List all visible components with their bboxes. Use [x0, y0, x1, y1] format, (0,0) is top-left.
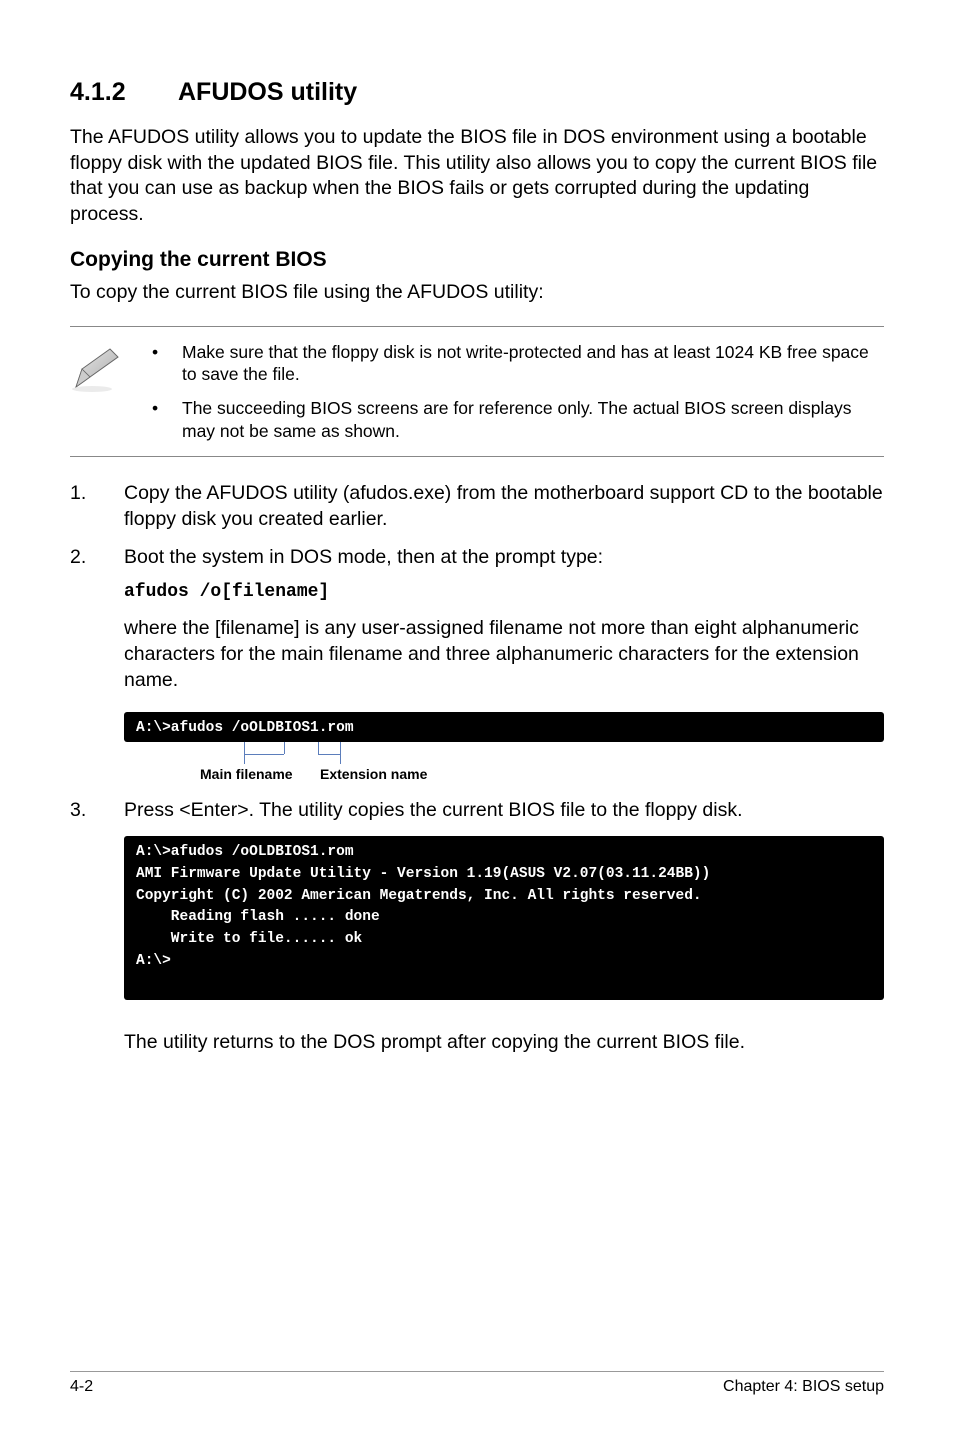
pencil-note-icon: [70, 341, 122, 398]
page-footer: 4-2 Chapter 4: BIOS setup: [70, 1371, 884, 1396]
terminal-output: A:\>afudos /oOLDBIOS1.rom AMI Firmware U…: [124, 836, 884, 1000]
bullet-icon: •: [152, 341, 182, 386]
subsection-heading: Copying the current BIOS: [70, 248, 884, 272]
section-number: 4.1.2: [70, 78, 178, 107]
step-explanation: where the [filename] is any user-assigne…: [124, 616, 884, 693]
note-box: • Make sure that the floppy disk is not …: [70, 326, 884, 458]
note-item: Make sure that the floppy disk is not wr…: [182, 341, 884, 386]
step-row: 3. Press <Enter>. The utility copies the…: [70, 798, 884, 824]
step-row: 1. Copy the AFUDOS utility (afudos.exe) …: [70, 481, 884, 532]
subsection-intro: To copy the current BIOS file using the …: [70, 280, 884, 306]
note-item: The succeeding BIOS screens are for refe…: [182, 397, 884, 442]
annotation-label-ext: Extension name: [320, 766, 427, 782]
annotation-connector: [340, 742, 341, 764]
step-text: Press <Enter>. The utility copies the cu…: [124, 798, 884, 824]
step-text: Copy the AFUDOS utility (afudos.exe) fro…: [124, 481, 884, 532]
step-number: 1.: [70, 481, 124, 532]
terminal-block: A:\>afudos /oOLDBIOS1.rom AMI Firmware U…: [124, 836, 884, 1000]
page-number: 4-2: [70, 1378, 93, 1396]
step-number: 2.: [70, 545, 124, 571]
annotation-connector: [318, 754, 340, 755]
note-content: • Make sure that the floppy disk is not …: [152, 341, 884, 443]
section-title: AFUDOS utility: [178, 78, 357, 106]
section-heading: 4.1.2AFUDOS utility: [70, 78, 884, 107]
bullet-icon: •: [152, 397, 182, 442]
terminal-block: A:\>afudos /oOLDBIOS1.rom: [124, 712, 884, 743]
annotation-connector: [244, 754, 284, 755]
step-text: Boot the system in DOS mode, then at the…: [124, 545, 884, 571]
step-row: 2. Boot the system in DOS mode, then at …: [70, 545, 884, 571]
annotation-connector: [284, 742, 285, 754]
step-number: 3.: [70, 798, 124, 824]
annotation-connector: [244, 742, 245, 764]
chapter-label: Chapter 4: BIOS setup: [723, 1378, 884, 1396]
code-command: afudos /o[filename]: [124, 582, 884, 602]
intro-paragraph: The AFUDOS utility allows you to update …: [70, 125, 884, 228]
annotation-connector: [318, 742, 319, 754]
annotation-row: Main filename Extension name: [124, 742, 884, 788]
annotation-label-main: Main filename: [200, 766, 293, 782]
terminal-output: A:\>afudos /oOLDBIOS1.rom: [124, 712, 884, 743]
closing-paragraph: The utility returns to the DOS prompt af…: [124, 1030, 884, 1056]
